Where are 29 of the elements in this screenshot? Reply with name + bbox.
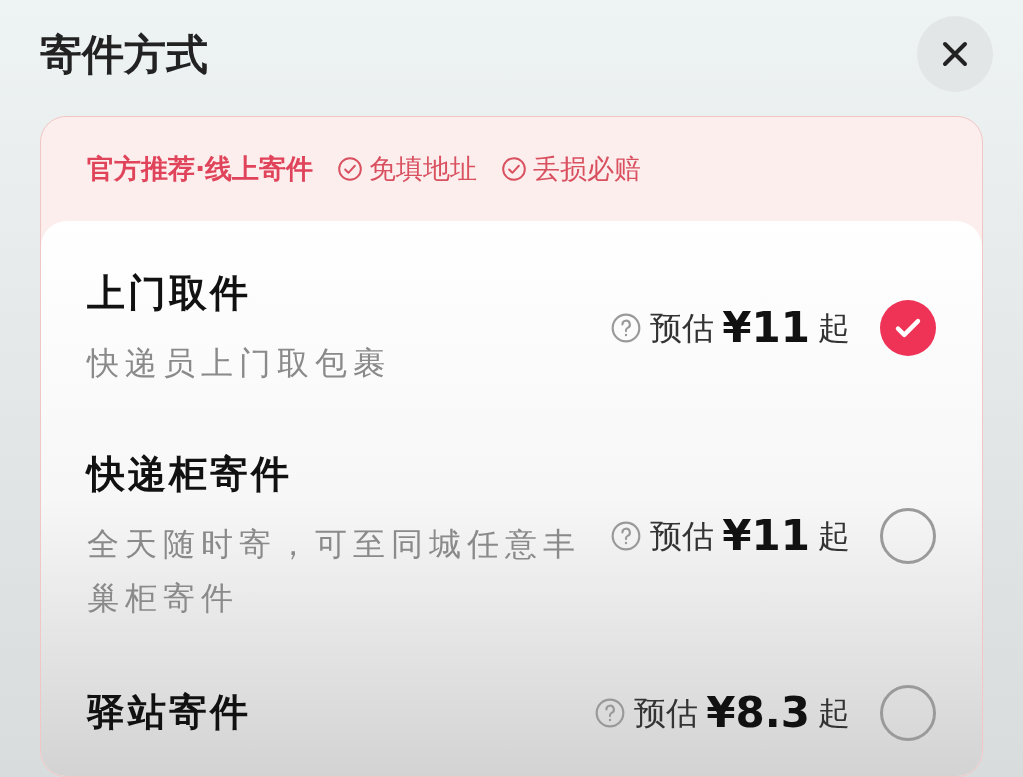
- shipping-option[interactable]: 上门取件 快递员上门取包裹 预估 ¥11 起: [87, 265, 936, 390]
- price-label: 预估: [634, 692, 699, 734]
- help-icon[interactable]: [594, 696, 627, 729]
- sheet-title: 寄件方式: [40, 28, 208, 81]
- close-icon: [940, 39, 970, 69]
- badge-text: 免填地址: [369, 151, 478, 186]
- banner-headline: 官方推荐·线上寄件: [87, 151, 314, 186]
- price-suffix: 起: [818, 692, 850, 734]
- price-value: ¥11: [722, 302, 810, 354]
- badge-text: 丢损必赔: [533, 151, 642, 186]
- help-icon[interactable]: [610, 519, 643, 552]
- price-suffix: 起: [818, 515, 850, 557]
- option-description: 全天随时寄，可至同城任意丰巢柜寄件: [87, 524, 582, 619]
- shipping-option[interactable]: 驿站寄件 预估 ¥8.3 起: [87, 681, 936, 744]
- price-label: 预估: [650, 307, 715, 349]
- radio-button[interactable]: [880, 507, 936, 564]
- shipping-option[interactable]: 快递柜寄件 全天随时寄，可至同城任意丰巢柜寄件 预估 ¥11 起: [87, 446, 936, 625]
- price-value: ¥11: [722, 510, 810, 562]
- check-circle-icon: [337, 156, 364, 182]
- help-icon[interactable]: [610, 311, 643, 344]
- option-title: 驿站寄件: [87, 689, 251, 736]
- option-title: 快递柜寄件: [87, 451, 293, 498]
- option-description: 快递员上门取包裹: [87, 343, 391, 384]
- price-value: ¥8.3: [706, 687, 810, 739]
- radio-button[interactable]: [880, 684, 936, 741]
- check-circle-icon: [501, 156, 528, 182]
- option-title: 上门取件: [87, 270, 252, 317]
- price-label: 预估: [650, 515, 715, 557]
- price-suffix: 起: [818, 307, 850, 349]
